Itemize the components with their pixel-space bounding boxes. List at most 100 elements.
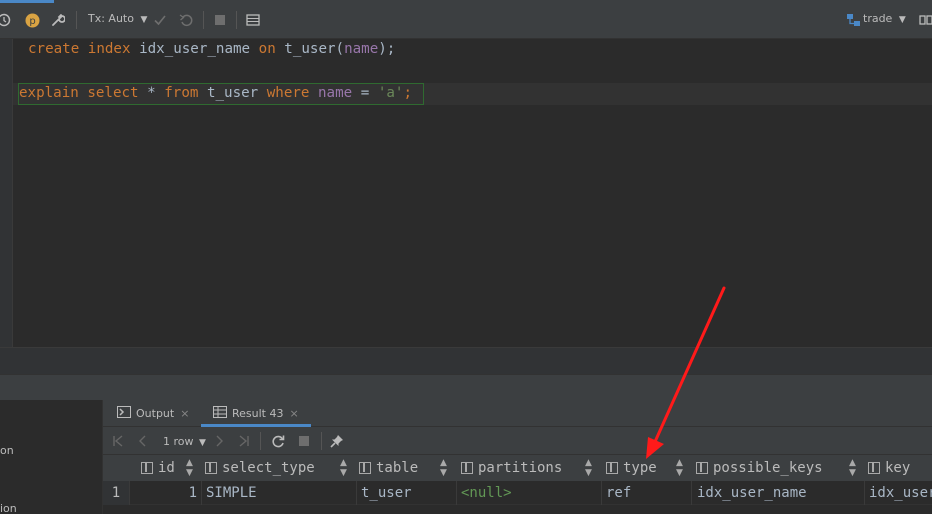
history-icon[interactable] [0, 12, 12, 28]
check-icon[interactable] [152, 12, 168, 28]
wrench-icon[interactable] [50, 12, 66, 28]
console-toolbar: p Tx: Auto ▼ trade ▼ [0, 0, 932, 39]
cell-select-type[interactable]: SIMPLE [206, 481, 356, 505]
column-header-label: partitions [478, 460, 563, 476]
datasource-label: trade [863, 12, 893, 25]
column-header-select-type[interactable]: select_type [205, 455, 345, 481]
tool-window-header [0, 374, 932, 400]
column-header-label: table [376, 460, 419, 476]
result-grid-header: id ▲ ▼ select_type ▲ ▼ table ▲ ▼ partitions… [103, 455, 932, 481]
last-page-icon[interactable] [236, 433, 252, 449]
keyword: select [87, 85, 139, 101]
tab-result[interactable]: Result 43 × [213, 400, 299, 427]
column-icon [205, 462, 217, 474]
equals-operator: = [360, 85, 370, 101]
keyword: index [87, 41, 131, 57]
column-icon [359, 462, 371, 474]
tab-result-label: Result 43 [232, 407, 284, 420]
column-header-label: key [885, 460, 911, 476]
paren-open: ( [335, 41, 345, 57]
column-header-possible-keys[interactable]: possible_keys [696, 455, 856, 481]
datasource-icon [845, 12, 861, 28]
column-header-table[interactable]: table [359, 455, 453, 481]
close-icon[interactable]: × [180, 407, 189, 420]
pin-icon[interactable] [329, 433, 345, 449]
settings-icon[interactable] [918, 12, 932, 28]
sort-icon[interactable]: ▲ ▼ [440, 455, 447, 481]
keyword: explain [19, 85, 79, 101]
row-number: 1 [103, 481, 129, 505]
sql-editor[interactable]: create index idx_user_name on t_user(nam… [0, 39, 932, 347]
keyword: where [266, 85, 310, 101]
close-icon[interactable]: × [289, 407, 298, 420]
rollback-icon[interactable] [178, 12, 194, 28]
cell-partitions[interactable]: <null> [461, 481, 601, 505]
column-icon [696, 462, 708, 474]
editor-status-strip [0, 347, 932, 374]
table-row[interactable]: 1 1 SIMPLE t_user <null> ref idx_user_na… [103, 481, 932, 505]
next-page-icon[interactable] [211, 433, 227, 449]
paren-close: ); [378, 41, 396, 57]
code-line-2[interactable]: explain select * from t_user where name … [19, 85, 412, 101]
datasource-selector[interactable]: trade ▼ [863, 12, 906, 25]
first-page-icon[interactable] [110, 433, 126, 449]
sort-icon[interactable]: ▲ ▼ [676, 455, 683, 481]
code-line-1[interactable]: create index idx_user_name on t_user(nam… [28, 41, 395, 57]
transaction-mode-selector[interactable]: Tx: Auto ▼ [88, 12, 147, 25]
cell-key[interactable]: idx_user_name [869, 481, 932, 505]
cell-possible-keys[interactable]: idx_user_name [697, 481, 864, 505]
index-name: idx_user_name [139, 41, 251, 57]
cell-divider [864, 481, 865, 505]
services-tree-panel: on ion [0, 400, 103, 514]
sort-icon[interactable]: ▲ ▼ [585, 455, 592, 481]
previous-page-icon[interactable] [135, 433, 151, 449]
cell-type[interactable]: ref [606, 481, 691, 505]
chevron-down-icon: ▼ [140, 15, 148, 25]
column-header-key[interactable]: key [868, 455, 932, 481]
chevron-down-icon: ▼ [199, 438, 206, 448]
chevron-down-icon: ▼ [898, 15, 906, 25]
cell-divider [691, 481, 692, 505]
sort-icon[interactable]: ▲ ▼ [849, 455, 856, 481]
column-header-label: select_type [222, 460, 315, 476]
toolbar-separator [321, 432, 322, 450]
toolbar-separator [76, 11, 77, 29]
column-header-id[interactable]: id [141, 455, 181, 481]
column-header-label: id [158, 460, 175, 476]
page-size-selector[interactable]: 1 row ▼ [163, 435, 206, 448]
sort-icon[interactable]: ▲ ▼ [186, 455, 193, 481]
string-literal: 'a' [377, 85, 404, 101]
column-icon [606, 462, 618, 474]
output-icon [117, 406, 131, 421]
column-name: name [344, 41, 379, 57]
editor-gutter [0, 39, 13, 347]
column-header-partitions[interactable]: partitions [461, 455, 591, 481]
cell-divider [201, 481, 202, 505]
sort-icon[interactable]: ▲ ▼ [340, 455, 347, 481]
cell-table[interactable]: t_user [361, 481, 456, 505]
stop-icon[interactable] [212, 12, 228, 28]
tree-item-label[interactable]: ion [0, 502, 17, 514]
refresh-icon[interactable] [270, 433, 286, 449]
star-operator: * [147, 85, 156, 101]
keyword: create [28, 41, 80, 57]
column-icon [141, 462, 153, 474]
active-tab-indicator [0, 0, 54, 3]
cell-divider [601, 481, 602, 505]
result-toolbar: 1 row ▼ [103, 427, 932, 455]
tree-item-label[interactable]: on [0, 444, 14, 457]
svg-text:p: p [29, 16, 35, 27]
toolbar-separator [260, 432, 261, 450]
cell-divider [456, 481, 457, 505]
stop-icon[interactable] [296, 433, 312, 449]
table-icon[interactable] [245, 12, 261, 28]
cell-id[interactable]: 1 [129, 481, 201, 505]
tab-output-label: Output [136, 407, 175, 420]
tab-output[interactable]: Output × [117, 400, 189, 427]
column-header-label: possible_keys [713, 460, 823, 476]
column-name: name [318, 85, 353, 101]
column-header-type[interactable]: type [606, 455, 686, 481]
profile-icon[interactable]: p [24, 12, 40, 28]
toolbar-separator [236, 11, 237, 29]
transaction-mode-label: Tx: Auto [88, 12, 134, 25]
